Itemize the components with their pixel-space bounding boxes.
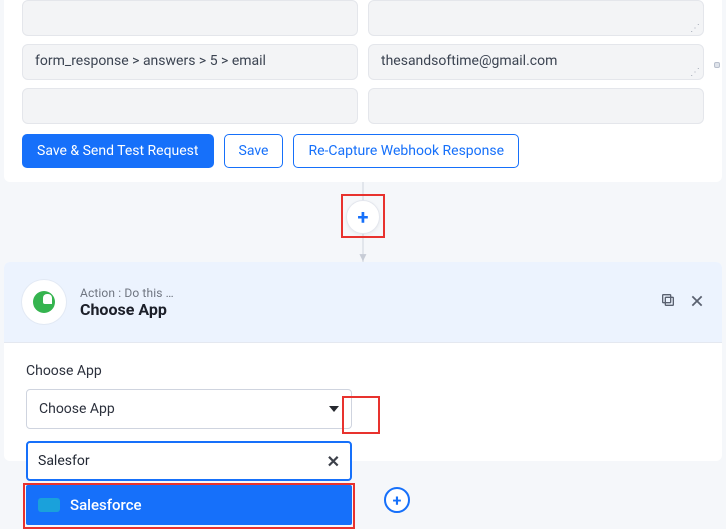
select-placeholder: Choose App [39, 401, 115, 417]
chevron-down-icon [329, 406, 339, 412]
resize-grip-icon: ⋰ [690, 25, 700, 33]
app-badge [22, 280, 66, 324]
field-value-text: thesandsoftime@gmail.com [381, 53, 557, 69]
field-key-cell[interactable] [22, 0, 358, 36]
app-result-label: Salesforce [70, 496, 142, 514]
app-result-salesforce[interactable]: Salesforce [26, 485, 352, 525]
action-title: Choose App [80, 300, 174, 319]
field-key-text: form_response > answers > 5 > email [35, 53, 266, 69]
arrow-down-icon: ▼ [357, 250, 369, 264]
pabbly-icon [33, 291, 55, 313]
action-header: Action : Do this … Choose App [4, 262, 722, 343]
app-search-input[interactable] [38, 453, 319, 469]
trigger-config-card: ⋰ form_response > answers > 5 > email th… [4, 0, 722, 182]
plus-icon: + [393, 491, 402, 510]
choose-app-label: Choose App [26, 363, 700, 379]
field-value-cell[interactable]: thesandsoftime@gmail.com ⋰ [368, 44, 704, 80]
action-step-card: Action : Do this … Choose App Choose App… [4, 262, 722, 461]
header-actions [660, 292, 704, 312]
add-branch-button[interactable]: + [384, 487, 410, 513]
action-kicker: Action : Do this … [80, 286, 174, 300]
clear-search-icon[interactable]: ✕ [327, 452, 340, 471]
recapture-webhook-button[interactable]: Re-Capture Webhook Response [293, 134, 519, 168]
choose-app-select[interactable]: Choose App [26, 389, 352, 429]
stub-cell [22, 88, 358, 124]
field-value-cell[interactable]: ⋰ [368, 0, 704, 36]
resize-grip-icon: ⋰ [690, 69, 700, 77]
stub-cell [368, 88, 704, 124]
plus-icon: + [358, 207, 369, 227]
header-text: Action : Do this … Choose App [80, 286, 174, 319]
save-button[interactable]: Save [224, 134, 284, 168]
salesforce-icon [38, 498, 60, 512]
add-step-button[interactable]: + [346, 200, 380, 234]
button-row: Save & Send Test Request Save Re-Capture… [22, 134, 704, 168]
field-key-cell[interactable]: form_response > answers > 5 > email [22, 44, 358, 80]
scrollbar-indicator[interactable] [714, 62, 720, 68]
field-row: form_response > answers > 5 > email thes… [22, 44, 704, 80]
copy-icon[interactable] [660, 292, 676, 312]
save-send-test-button[interactable]: Save & Send Test Request [22, 134, 214, 168]
connector: ▼ + [0, 182, 726, 262]
field-row-stub [22, 88, 704, 124]
close-icon[interactable] [690, 293, 704, 312]
app-search-row: ✕ [26, 441, 352, 481]
app-dropdown: ✕ Salesforce [26, 441, 352, 525]
action-body: Choose App Choose App ✕ Salesforce + [4, 343, 722, 461]
field-row: ⋰ [22, 0, 704, 36]
